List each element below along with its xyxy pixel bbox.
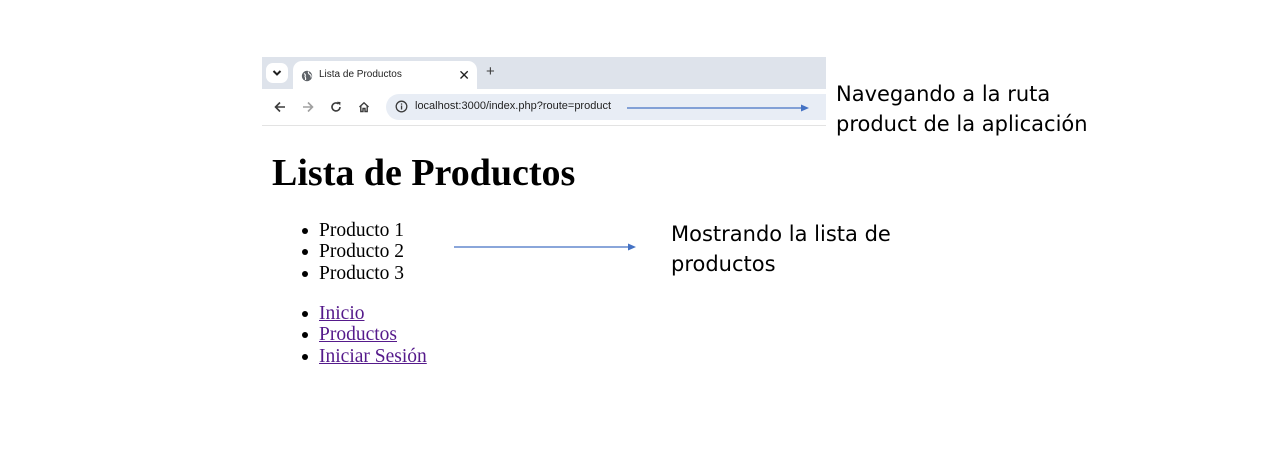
tab-search-button[interactable] <box>266 63 288 83</box>
list-annotation-line: productos <box>671 252 776 276</box>
list-annotation-line: Mostrando la lista de <box>671 222 891 246</box>
route-annotation: Navegando a la ruta product de la aplica… <box>836 79 1088 139</box>
nav-link-item: Productos <box>300 324 427 345</box>
globe-icon <box>301 70 313 82</box>
list-item: Producto 3 <box>300 263 404 284</box>
forward-arrow-icon <box>303 101 314 113</box>
chevron-down-icon <box>272 70 282 76</box>
link-iniciar-sesion[interactable]: Iniciar Sesión <box>319 346 427 367</box>
tab-title: Lista de Productos <box>319 69 402 80</box>
plus-icon[interactable]: + <box>486 63 495 81</box>
url-text[interactable]: localhost:3000/index.php?route=product <box>415 100 611 112</box>
list-item: Producto 2 <box>300 241 404 262</box>
product-list: Producto 1 Producto 2 Producto 3 <box>300 220 404 284</box>
list-annotation: Mostrando la lista de productos <box>671 219 891 279</box>
tab-strip: Lista de Productos ✕ + <box>262 57 826 91</box>
back-button[interactable] <box>272 99 288 115</box>
back-arrow-icon <box>274 101 285 113</box>
list-item: Producto 1 <box>300 220 404 241</box>
nav-links: Inicio Productos Iniciar Sesión <box>300 303 427 367</box>
browser-window: Lista de Productos ✕ + localhost:3000/in… <box>262 57 826 126</box>
route-annotation-line: product de la aplicación <box>836 112 1088 136</box>
forward-button[interactable] <box>300 99 316 115</box>
route-annotation-line: Navegando a la ruta <box>836 82 1051 106</box>
nav-link-item: Inicio <box>300 303 427 324</box>
info-icon[interactable] <box>395 100 408 113</box>
tab-lista-de-productos[interactable]: Lista de Productos ✕ <box>293 61 477 91</box>
page-title: Lista de Productos <box>272 152 576 194</box>
reload-icon <box>331 101 341 112</box>
reload-button[interactable] <box>328 99 344 115</box>
home-icon <box>359 101 369 113</box>
home-button[interactable] <box>356 99 372 115</box>
link-productos[interactable]: Productos <box>319 324 397 345</box>
link-inicio[interactable]: Inicio <box>319 303 364 324</box>
nav-link-item: Iniciar Sesión <box>300 346 427 367</box>
route-arrow <box>627 104 809 112</box>
list-arrow <box>454 243 636 251</box>
close-icon[interactable]: ✕ <box>458 66 470 84</box>
